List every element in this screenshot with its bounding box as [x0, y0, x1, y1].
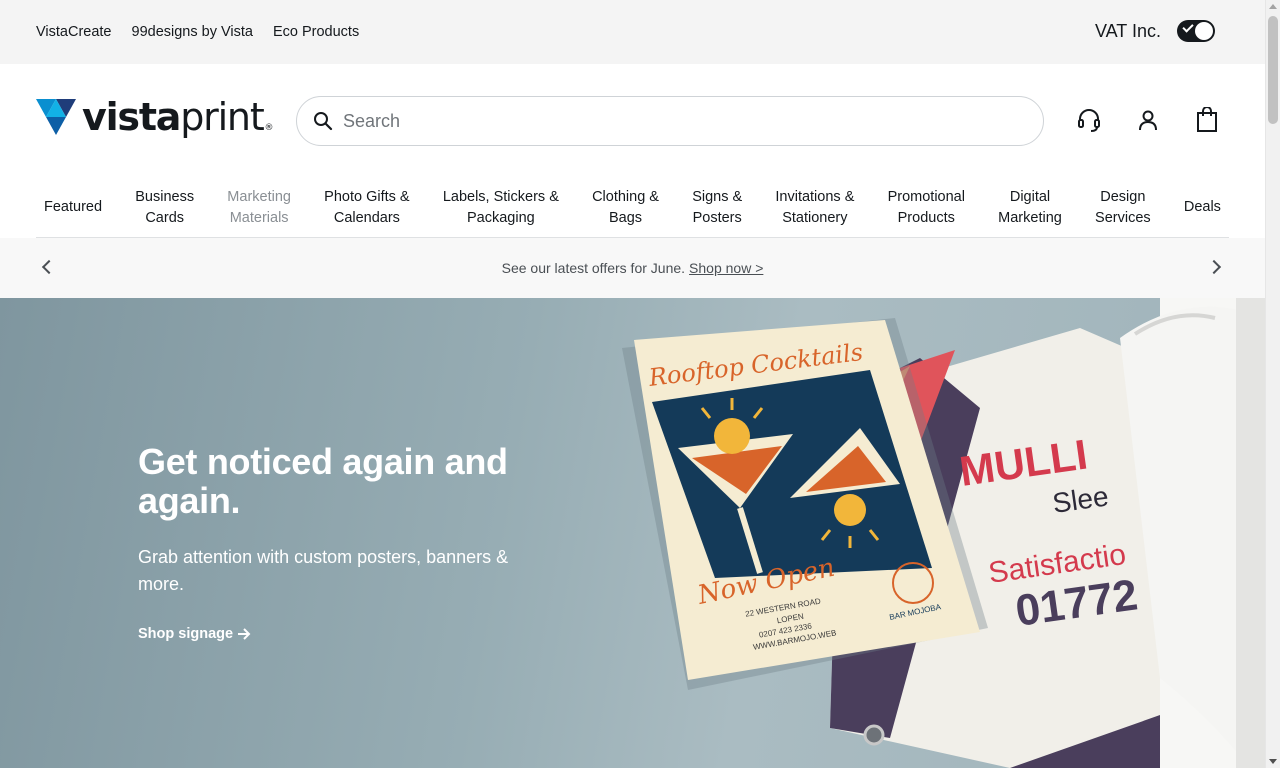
- nav-item-marketing-materials[interactable]: Marketing Materials: [219, 187, 299, 229]
- nav-item-invitations[interactable]: Invitations & Stationery: [767, 187, 862, 229]
- vat-toggle[interactable]: [1177, 20, 1215, 42]
- vistaprint-logo-mark-icon: [36, 99, 76, 135]
- nav-item-promotional-products[interactable]: Promotional Products: [880, 187, 973, 229]
- scroll-up-icon[interactable]: [1269, 4, 1277, 9]
- check-icon: [1182, 21, 1194, 33]
- shop-signage-label: Shop signage: [138, 626, 234, 642]
- scroll-down-icon[interactable]: [1269, 759, 1277, 764]
- main-nav: Featured Business Cards Marketing Material…: [36, 178, 1229, 238]
- nav-item-photo-gifts[interactable]: Photo Gifts & Calendars: [316, 187, 417, 229]
- utility-link-99designs[interactable]: 99designs by Vista: [132, 24, 253, 40]
- logo-wordmark: vistaprint®: [82, 95, 274, 139]
- scrollbar-thumb[interactable]: [1268, 16, 1278, 124]
- nav-item-digital-marketing[interactable]: Digital Marketing: [990, 187, 1070, 229]
- hero-product-image: MULLI Slee Satisfactio 01772 Rooftop Coc…: [622, 298, 1265, 768]
- hero-banner: MULLI Slee Satisfactio 01772 Rooftop Coc…: [0, 298, 1265, 768]
- page: VistaCreate 99designs by Vista Eco Produ…: [0, 0, 1265, 768]
- utility-bar: VistaCreate 99designs by Vista Eco Produ…: [0, 0, 1265, 64]
- shop-signage-link[interactable]: Shop signage: [138, 626, 251, 642]
- nav-item-deals[interactable]: Deals: [1176, 197, 1229, 218]
- hero-title: Get noticed again and again.: [138, 441, 508, 521]
- utility-link-eco-products[interactable]: Eco Products: [273, 24, 359, 40]
- search-bar: [296, 96, 1044, 146]
- nav-item-signs-posters[interactable]: Signs & Posters: [684, 187, 750, 229]
- utility-link-vistacreate[interactable]: VistaCreate: [36, 24, 112, 40]
- cart-icon[interactable]: [1193, 106, 1221, 134]
- vat-label: VAT Inc.: [1094, 20, 1161, 41]
- header: vistaprint®: [0, 64, 1265, 178]
- arrow-right-icon: [238, 628, 251, 640]
- nav-item-design-services[interactable]: Design Services: [1087, 187, 1159, 229]
- search-input[interactable]: [343, 110, 1003, 132]
- search-icon: [314, 112, 333, 131]
- nav-item-clothing-bags[interactable]: Clothing & Bags: [584, 187, 667, 229]
- chevron-left-icon[interactable]: [41, 259, 57, 275]
- page-scrollbar[interactable]: [1265, 0, 1280, 768]
- toggle-knob: [1195, 22, 1213, 40]
- hero-subtitle: Grab attention with custom posters, bann…: [138, 547, 509, 594]
- chevron-right-icon[interactable]: [1206, 259, 1222, 275]
- nav-item-labels-stickers[interactable]: Labels, Stickers & Packaging: [435, 187, 567, 229]
- vat-toggle-group: VAT Inc.: [1095, 20, 1215, 42]
- promo-shop-now-link[interactable]: Shop now >: [689, 260, 763, 276]
- promo-banner: See our latest offers for June. Shop now …: [0, 238, 1265, 298]
- account-icon[interactable]: [1134, 106, 1162, 134]
- header-icons: [1044, 106, 1221, 134]
- headset-icon[interactable]: [1075, 106, 1103, 134]
- promo-text: See our latest offers for June. Shop now …: [501, 260, 764, 276]
- nav-item-business-cards[interactable]: Business Cards: [127, 187, 202, 229]
- nav-item-featured[interactable]: Featured: [36, 197, 110, 218]
- vistaprint-logo[interactable]: vistaprint®: [36, 95, 274, 139]
